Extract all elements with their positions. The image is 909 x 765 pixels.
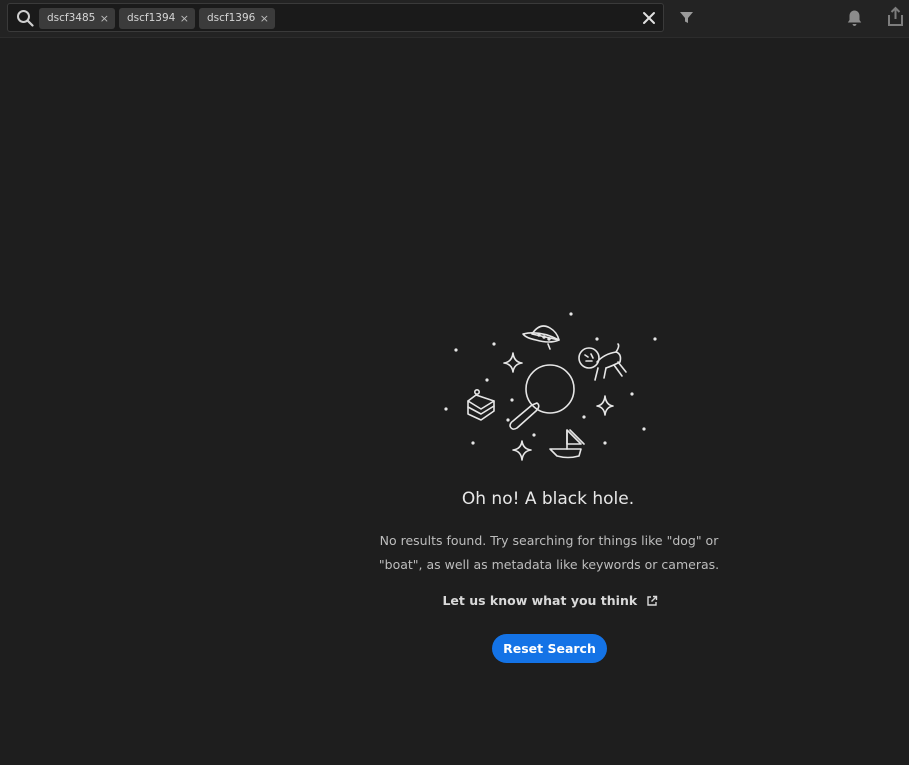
external-link-icon [646,595,657,606]
share-icon[interactable] [885,6,905,28]
feedback-link-label: Let us know what you think [442,593,638,608]
bell-icon[interactable] [846,9,863,27]
search-chip-label: dscf3485 [47,12,96,24]
empty-state-description-line: "boat", as well as metadata like keyword… [378,557,720,572]
sparkle-icon [512,440,532,461]
close-icon[interactable] [641,10,657,26]
search-chip: dscf3485 × [39,8,115,29]
search-bar[interactable]: dscf3485 × dscf1394 × dscf1396 × [7,3,664,32]
reset-search-button[interactable]: Reset Search [492,634,607,663]
empty-state-illustration [444,312,657,461]
star-dots [444,312,657,445]
ufo-icon [522,325,560,350]
chip-remove-icon[interactable]: × [180,8,189,29]
chip-remove-icon[interactable]: × [260,8,269,29]
magnifier-icon [509,364,575,430]
empty-state-description-line: No results found. Try searching for thin… [379,533,719,548]
feedback-link[interactable]: Let us know what you think [440,593,660,608]
chip-remove-icon[interactable]: × [100,8,109,29]
top-bar: dscf3485 × dscf1394 × dscf1396 × [0,0,909,38]
astronaut-dog-icon [578,343,627,381]
sailboat-icon [549,429,585,459]
search-chip-label: dscf1394 [127,12,176,24]
search-icon [17,10,34,27]
filter-icon[interactable] [679,10,694,25]
sparkle-icon [596,395,614,416]
empty-state-description: No results found. Try searching for thin… [378,529,720,577]
search-chip: dscf1396 × [199,8,275,29]
sparkle-icon [503,352,523,373]
search-chip: dscf1394 × [119,8,195,29]
search-chip-label: dscf1396 [207,12,256,24]
empty-state-title: Oh no! A black hole. [461,489,635,509]
cake-icon [467,389,495,421]
